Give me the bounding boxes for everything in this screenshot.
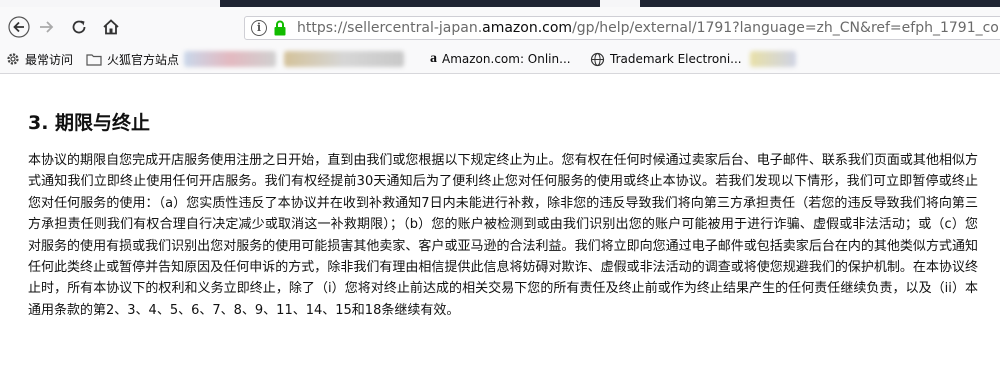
globe-icon xyxy=(590,52,605,66)
back-arrow-icon xyxy=(8,16,30,38)
bookmark-label: 最常访问 xyxy=(25,52,74,67)
url-text[interactable]: https://sellercentral-japan.amazon.com/g… xyxy=(297,20,1000,37)
url-host: amazon.com xyxy=(482,20,573,36)
address-bar[interactable]: i https://sellercentral-japan.amazon.com… xyxy=(244,16,1000,40)
tab-strip xyxy=(0,0,1000,7)
section-heading: 3. 期限与终止 xyxy=(28,112,151,134)
folder-icon xyxy=(86,53,102,66)
blurred-bookmark[interactable] xyxy=(184,51,276,67)
reload-icon xyxy=(72,20,86,34)
forward-button[interactable] xyxy=(36,16,58,38)
page-content: 3. 期限与终止 本协议的期限自您完成开店服务使用注册之日开始，直到由我们或您根… xyxy=(0,74,1000,385)
lock-icon[interactable] xyxy=(273,20,287,36)
bookmark-label: 火狐官方站点 xyxy=(107,52,180,67)
url-path: /gp/help/external/1791?language=zh_CN&re… xyxy=(572,20,1000,36)
browser-tab[interactable] xyxy=(640,0,1000,7)
gear-icon xyxy=(7,53,19,65)
navigation-toolbar: i https://sellercentral-japan.amazon.com… xyxy=(0,7,1000,45)
forward-arrow-icon xyxy=(40,21,54,33)
bookmark-label: Amazon.com: Onlin... xyxy=(442,52,571,66)
home-button[interactable] xyxy=(100,16,122,38)
reload-button[interactable] xyxy=(68,16,90,38)
bookmark-most-visited[interactable]: 最常访问 xyxy=(6,50,73,68)
bookmarks-toolbar: 最常访问 火狐官方站点 a Amazon.com: Onlin... Trade… xyxy=(0,45,1000,74)
blurred-bookmark[interactable] xyxy=(284,51,404,67)
bookmark-amazon[interactable]: a Amazon.com: Onlin... xyxy=(430,50,571,68)
home-icon xyxy=(103,19,119,35)
url-prefix: https://sellercentral-japan. xyxy=(297,20,483,36)
bookmark-trademark[interactable]: Trademark Electroni... xyxy=(590,50,742,68)
info-icon[interactable]: i xyxy=(251,20,267,36)
bookmark-firefox-site[interactable]: 火狐官方站点 xyxy=(86,50,179,68)
bookmark-label: Trademark Electroni... xyxy=(610,52,742,66)
section-body: 本协议的期限自您完成开店服务使用注册之日开始，直到由我们或您根据以下规定终止为止… xyxy=(28,153,978,318)
blurred-bookmark[interactable] xyxy=(750,51,796,67)
amazon-icon: a xyxy=(430,51,437,66)
active-tab[interactable] xyxy=(220,0,600,7)
back-button[interactable] xyxy=(8,16,30,38)
